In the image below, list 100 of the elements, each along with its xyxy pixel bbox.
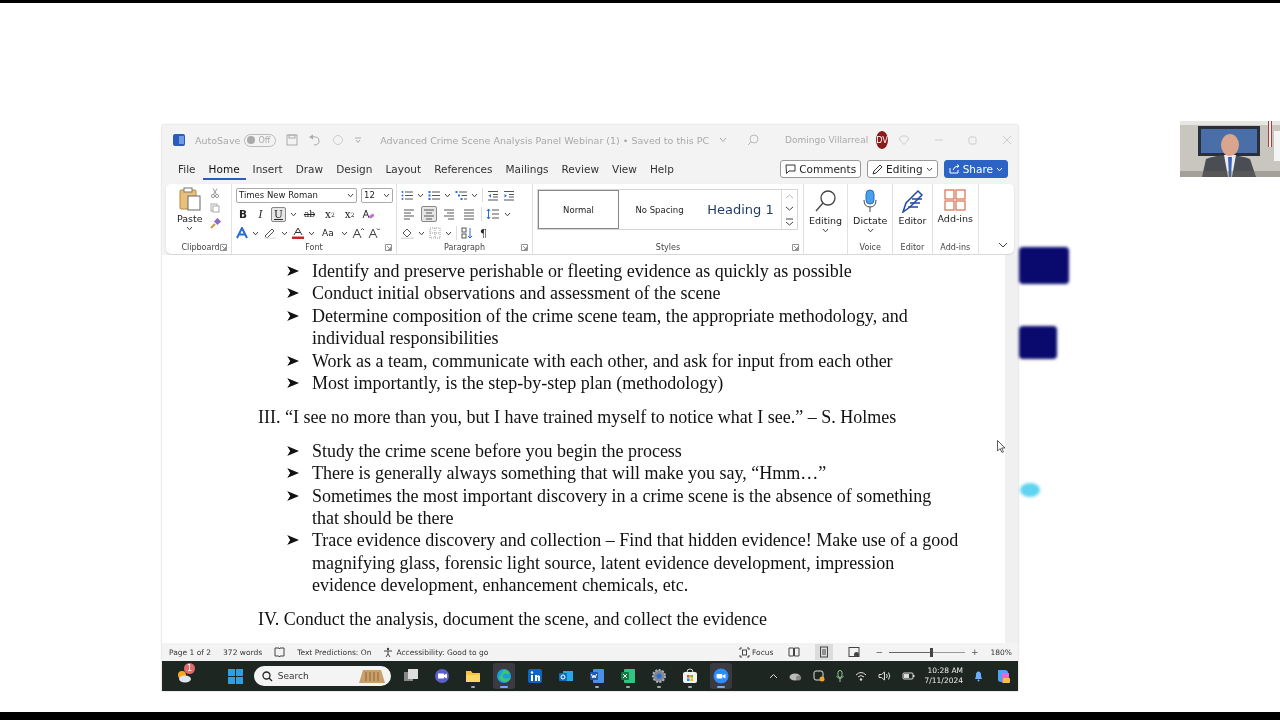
cursor-icon [997, 440, 1006, 453]
bell-icon[interactable] [973, 670, 984, 682]
caret-icon [383, 192, 390, 198]
ribbon-tab[interactable]: Layout [379, 158, 428, 180]
increase-indent-icon[interactable] [503, 189, 515, 201]
arrow-bullet-icon [286, 467, 300, 480]
taskbar-app-button[interactable] [492, 663, 515, 689]
weather-icon[interactable] [176, 669, 192, 683]
ribbon-button[interactable]: Editor [895, 187, 930, 228]
format-button[interactable]: ab [300, 206, 318, 222]
user-avatar[interactable]: DV [876, 131, 888, 149]
sort-icon[interactable] [461, 227, 473, 239]
collapse-ribbon-icon[interactable] [998, 242, 1008, 248]
microphone-icon[interactable] [835, 670, 844, 682]
paintbrush-icon[interactable] [209, 218, 221, 229]
text-effects-icon[interactable] [236, 227, 248, 239]
ribbon-button[interactable]: Editing [806, 187, 846, 235]
scrollbar[interactable] [1005, 255, 1018, 643]
bullets-icon[interactable] [401, 189, 413, 201]
font-name-field[interactable]: Times New Roman [236, 187, 357, 203]
mail-app-icon [557, 668, 574, 684]
video-chat-icon [433, 668, 450, 684]
scissors-icon[interactable] [209, 188, 220, 198]
format-button[interactable]: x$^{2}$ [341, 206, 358, 222]
sync-icon[interactable] [812, 670, 825, 682]
ribbon-tab[interactable]: Draw [289, 158, 330, 180]
numbering-icon[interactable] [428, 189, 440, 201]
bullet-text: Most importantly, is the step-by-step plan (methodology) [312, 372, 725, 395]
ribbon-tab[interactable]: Design [330, 158, 379, 180]
caret-icon [444, 192, 451, 198]
zoom-out-button[interactable]: − [875, 647, 883, 657]
folder-icon [464, 668, 481, 684]
chevron-up-icon[interactable] [768, 673, 778, 679]
align-center-button[interactable] [421, 206, 437, 222]
line-spacing-icon[interactable] [486, 208, 500, 220]
format-button[interactable]: U [271, 206, 286, 222]
share-button[interactable]: Share [943, 160, 1008, 178]
dialog-launcher-icon[interactable] [521, 244, 528, 251]
professional-network-icon [526, 668, 543, 684]
caret-icon [925, 166, 933, 172]
print-view-button[interactable] [815, 644, 834, 660]
battery-icon[interactable] [901, 671, 915, 681]
show-marks-button[interactable]: ¶ [477, 225, 490, 241]
bullet-text: There is generally always something that will make you say, “Hmm…” [312, 462, 828, 485]
paste-button[interactable]: Paste [174, 187, 206, 233]
accessibility-icon[interactable] [383, 646, 395, 658]
wifi-icon[interactable] [854, 671, 867, 681]
group-label: Voice [859, 243, 881, 252]
dialog-launcher-icon[interactable] [792, 244, 799, 251]
style-option[interactable]: Normal [538, 190, 619, 229]
zoom-in-button[interactable]: + [971, 647, 979, 657]
multilevel-list-icon[interactable] [455, 189, 467, 201]
caret-icon [866, 228, 874, 233]
editing-button[interactable]: Editing [867, 160, 938, 178]
speaker-icon[interactable] [877, 671, 891, 681]
caret-icon [418, 230, 425, 236]
style-option[interactable]: Heading 1 [700, 190, 781, 229]
windows-icon[interactable] [227, 668, 243, 684]
book-icon [788, 646, 801, 658]
group-label: Styles [655, 243, 681, 252]
cloud-icon[interactable] [788, 671, 802, 681]
microphone-icon [862, 189, 879, 213]
caret-icon [308, 230, 315, 236]
arrow-bullet-icon [286, 444, 300, 457]
book-check-icon[interactable] [274, 646, 286, 658]
ribbon-tab[interactable]: Insert [246, 158, 289, 180]
scroll-down-icon[interactable] [785, 205, 794, 213]
font-color-icon[interactable] [292, 227, 304, 239]
format-button[interactable]: I [254, 206, 267, 222]
change-case-button[interactable]: Aa [319, 225, 337, 241]
caret-icon [822, 228, 830, 233]
decrease-indent-icon[interactable] [487, 189, 499, 201]
style-option[interactable]: No Spacing [619, 190, 700, 229]
expand-gallery-icon[interactable] [785, 218, 794, 227]
section-heading: IV. Conduct the analysis, document the scene, and collect the evidence [258, 608, 768, 631]
arrow-bullet-icon [286, 534, 300, 547]
comments-button[interactable]: Comments [780, 160, 862, 178]
ribbon-tab[interactable]: File [172, 158, 202, 180]
ribbon-button[interactable]: Add-ins [934, 187, 976, 226]
format-button[interactable]: B [236, 206, 250, 222]
ribbon-tab[interactable]: Mailings [499, 158, 555, 180]
assistant-icon[interactable] [995, 668, 1011, 684]
ribbon-tab[interactable]: Home [202, 158, 246, 180]
highlighter-icon[interactable] [263, 227, 277, 239]
ribbon-tab[interactable]: References [428, 158, 499, 180]
pencil-icon [872, 163, 884, 175]
taskbar-app-button[interactable] [709, 663, 732, 689]
browser-icon [495, 668, 512, 684]
shading-icon[interactable] [401, 227, 414, 239]
ribbon-tab[interactable]: Review [555, 158, 605, 180]
ribbon-tab[interactable]: Help [643, 158, 680, 180]
shrink-font-icon[interactable] [367, 227, 380, 239]
ribbon-button[interactable]: Dictate [850, 187, 891, 235]
font-size-field[interactable]: 12 [361, 187, 393, 203]
ribbon-tab[interactable]: View [606, 158, 643, 180]
clear-format-icon[interactable] [361, 208, 374, 220]
document-app-icon[interactable] [173, 134, 185, 146]
dialog-launcher-icon[interactable] [385, 244, 392, 251]
grow-font-icon[interactable] [351, 227, 364, 239]
dialog-launcher-icon[interactable] [220, 244, 227, 251]
